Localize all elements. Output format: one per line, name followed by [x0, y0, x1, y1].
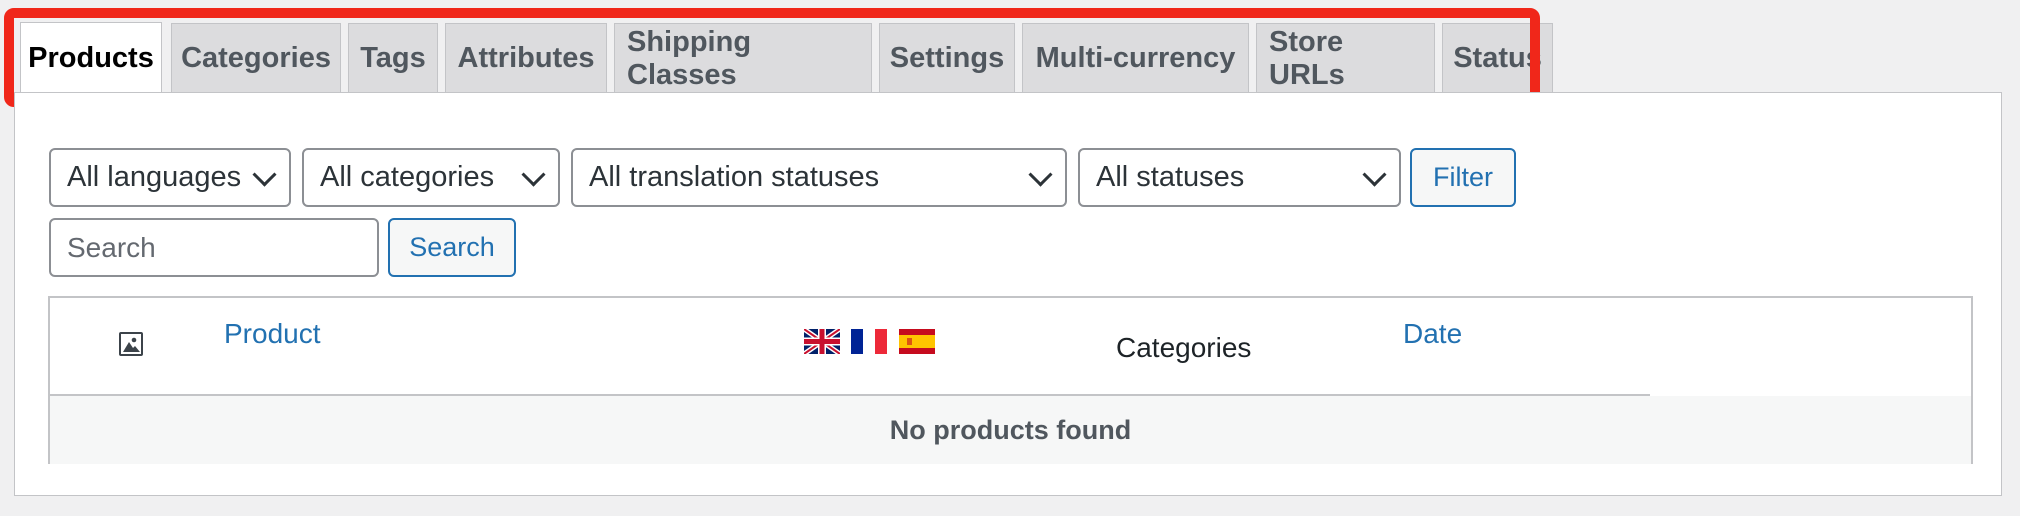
tab-multi-currency[interactable]: Multi-currency	[1022, 23, 1249, 93]
flag-uk-icon[interactable]	[804, 329, 840, 354]
language-filter-select[interactable]: All languages	[49, 148, 291, 207]
tab-status[interactable]: Status	[1442, 23, 1553, 93]
filter-button[interactable]: Filter	[1410, 148, 1516, 207]
tab-shipping-classes[interactable]: Shipping Classes	[614, 23, 872, 93]
chevron-down-icon	[1362, 162, 1387, 187]
tab-bar: Products Categories Tags Attributes Ship…	[20, 22, 1553, 93]
tab-products[interactable]: Products	[20, 22, 162, 93]
column-categories: Categories	[1116, 332, 1252, 363]
tab-settings[interactable]: Settings	[879, 23, 1015, 93]
tab-attributes[interactable]: Attributes	[445, 23, 607, 93]
translation-status-filter-value: All translation statuses	[589, 161, 880, 193]
status-filter-select[interactable]: All statuses	[1078, 148, 1401, 207]
products-table: Product Categories Date No products foun…	[48, 296, 1973, 464]
column-date[interactable]: Date	[1403, 318, 1462, 350]
tab-store-urls[interactable]: Store URLs	[1256, 23, 1435, 93]
status-filter-value: All statuses	[1096, 161, 1245, 193]
category-filter-value: All categories	[320, 161, 495, 193]
chevron-down-icon	[252, 162, 277, 187]
products-panel: All languages All categories All transla…	[14, 92, 2002, 496]
table-header: Product Categories Date	[50, 298, 1971, 394]
empty-message: No products found	[50, 396, 1971, 464]
chevron-down-icon	[1028, 162, 1053, 187]
tab-categories[interactable]: Categories	[171, 23, 341, 93]
column-product[interactable]: Product	[224, 318, 321, 350]
flag-es-icon[interactable]	[899, 329, 935, 354]
tab-tags[interactable]: Tags	[348, 23, 438, 93]
chevron-down-icon	[521, 162, 546, 187]
flag-fr-icon[interactable]	[851, 329, 887, 354]
search-button[interactable]: Search	[388, 218, 516, 277]
language-filter-value: All languages	[67, 161, 242, 193]
search-input[interactable]	[49, 218, 379, 277]
category-filter-select[interactable]: All categories	[302, 148, 560, 207]
image-icon	[119, 332, 143, 356]
translation-status-filter-select[interactable]: All translation statuses	[571, 148, 1067, 207]
